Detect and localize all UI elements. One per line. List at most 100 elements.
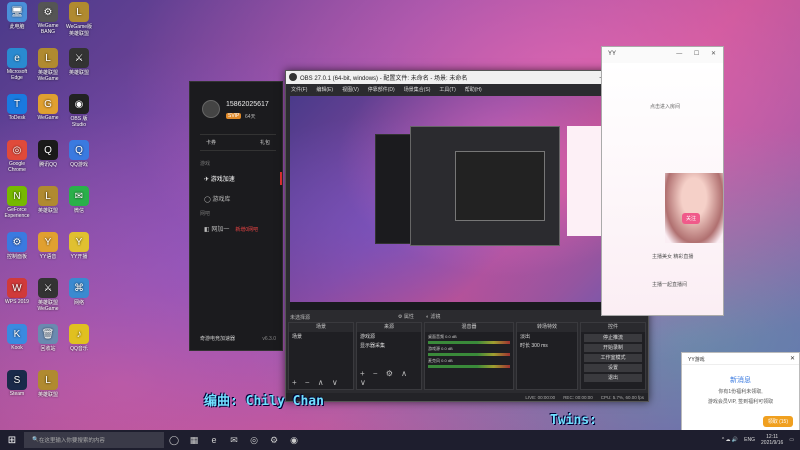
desktop-icon[interactable]: W WPS 2019: [2, 278, 32, 305]
chat-line: 主播美女 精彩直播: [652, 254, 694, 260]
obs-menu-item[interactable]: 场景集合(S): [404, 86, 431, 93]
desktop-icon[interactable]: ⚔ 英雄联盟: [64, 48, 94, 76]
sources-toolbar[interactable]: + − ⚙ ∧ ∨: [360, 369, 421, 387]
desktop-icon[interactable]: N GeForce Experience: [2, 186, 32, 219]
accel-tabs: 卡券 礼包: [200, 134, 276, 151]
exit-button[interactable]: 退出: [584, 374, 642, 382]
desktop-icon-label: 英雄联盟: [37, 392, 58, 398]
source-item[interactable]: 显示器采集: [357, 341, 421, 350]
desktop-icon[interactable]: ◎ Google Chrome: [2, 140, 32, 173]
yy-window: YY — ☐ ✕ 点击进入房间 关注 主播美女 精彩直播 主播一起直播间: [601, 46, 724, 316]
menu-game-accel[interactable]: ✈ 游戏加速: [200, 172, 282, 185]
desktop-icon-label: 此电脑: [9, 24, 25, 30]
obs-menu-item[interactable]: 文件(F): [291, 86, 307, 93]
menu-netbar[interactable]: ◧ 网加一 新增0网吧: [200, 222, 282, 235]
taskbar-app-icon[interactable]: ✉: [224, 435, 244, 446]
notification-title: 新消息: [730, 377, 751, 384]
desktop-icon[interactable]: ⚙ WeGame BANG: [33, 2, 63, 35]
taskbar-app-icon[interactable]: ▦: [184, 435, 204, 446]
avatar[interactable]: [202, 100, 220, 118]
tab-gift[interactable]: 礼包: [260, 139, 270, 146]
desktop-icon[interactable]: Q QQ游戏: [64, 140, 94, 168]
vip-days: 64天: [245, 114, 256, 120]
obs-menu-item[interactable]: 停靠部件(D): [368, 86, 395, 93]
filters-button[interactable]: ◐ 滤镜: [426, 313, 440, 320]
desktop-icon[interactable]: L 英雄联盟: [33, 186, 63, 214]
desktop-icon[interactable]: e Microsoft Edge: [2, 48, 32, 81]
volume-meter[interactable]: [428, 365, 510, 368]
properties-button[interactable]: ⚙ 属性: [398, 313, 414, 320]
desktop-icon[interactable]: ◉ OBS 版 Studio: [64, 94, 94, 128]
mixer-channel[interactable]: 麦克风 0.0 dB: [428, 358, 510, 368]
desktop-icon-label: Google Chrome: [8, 161, 26, 173]
controls-header: 控件: [581, 323, 645, 332]
yy-room-link[interactable]: 点击进入房间: [650, 103, 724, 113]
mixer-channel[interactable]: 桌面音频 0.0 dB: [428, 334, 510, 344]
channel-level: 0.0 dB: [441, 346, 453, 351]
desktop-icon[interactable]: T ToDesk: [2, 94, 32, 121]
studio-mode-button[interactable]: 工作室模式: [584, 354, 642, 362]
desktop-icon-label: WeGame版 英雄联盟: [65, 24, 93, 37]
desktop-icon[interactable]: K Kook: [2, 324, 32, 351]
follow-button[interactable]: 关注: [682, 213, 701, 224]
close-icon[interactable]: ✕: [790, 355, 795, 362]
accelerator-window: 15862025617 SVIP 64天 卡券 礼包 游戏 ✈ 游戏加速 ◯ 游…: [189, 81, 283, 351]
stop-streaming-button[interactable]: 停止推流: [584, 334, 642, 342]
start-recording-button[interactable]: 开始录制: [584, 344, 642, 352]
volume-meter[interactable]: [428, 341, 510, 344]
desktop-icon[interactable]: S Steam: [2, 370, 32, 397]
claim-button[interactable]: 领取 (15): [762, 416, 793, 427]
desktop-icon[interactable]: Y YY语音: [33, 232, 63, 260]
streamer-thumbnail[interactable]: [665, 173, 723, 243]
app-icon: ◉: [69, 94, 89, 114]
taskbar-search[interactable]: 🔍 在这里输入你要搜索的内容: [24, 432, 164, 448]
desktop-icon[interactable]: 🖥 此电脑: [2, 2, 32, 30]
clock[interactable]: 12:11 2021/9/16: [761, 434, 783, 446]
desktop-icon[interactable]: G WeGame: [33, 94, 63, 121]
transition-select[interactable]: 淡出: [517, 332, 577, 341]
mixer-channel[interactable]: 游戏源 0.0 dB: [428, 346, 510, 356]
desktop-icon[interactable]: Q 腾讯QQ: [33, 140, 63, 168]
desktop-icon[interactable]: L 英雄联盟: [33, 370, 63, 398]
start-button[interactable]: ⊞: [0, 435, 24, 446]
desktop-icon[interactable]: ♪ QQ音乐: [64, 324, 94, 352]
tray-icons[interactable]: ^ ☁ 🔊: [722, 437, 738, 443]
duration-field[interactable]: 时长 300 ms: [517, 341, 577, 350]
obs-menu-item[interactable]: 帮助(H): [465, 86, 482, 93]
volume-meter[interactable]: [428, 353, 510, 356]
obs-preview[interactable]: [290, 96, 646, 310]
yy-window-buttons[interactable]: — ☐ ✕: [676, 50, 721, 57]
notification-line: 游戏会员VIP, 签到福利可领取: [707, 399, 774, 405]
obs-menu-item[interactable]: 视图(V): [342, 86, 359, 93]
taskbar-app-icon[interactable]: ◉: [284, 435, 304, 446]
taskbar-app-icon[interactable]: ⚙: [264, 435, 284, 446]
scenes-toolbar[interactable]: + − ∧ ∨: [292, 378, 341, 387]
desktop-icon[interactable]: L 英雄联盟 WeGame: [33, 48, 63, 82]
app-icon: ⌘: [69, 278, 89, 298]
desktop-icon[interactable]: ⌘ 网络: [64, 278, 94, 306]
taskbar-app-icon[interactable]: ◯: [164, 435, 184, 446]
yy-titlebar[interactable]: YY — ☐ ✕: [602, 47, 723, 63]
scene-item[interactable]: 场景: [289, 332, 353, 341]
taskbar-app-icon[interactable]: e: [204, 435, 224, 446]
taskbar-app-icon[interactable]: ◎: [244, 435, 264, 446]
obs-titlebar[interactable]: OBS 27.0.1 (64-bit, windows) - 配置文件: 未命名…: [286, 71, 648, 84]
tab-card[interactable]: 卡券: [206, 139, 216, 146]
menu-game-library[interactable]: ◯ 游戏库: [200, 192, 282, 205]
desktop-icon[interactable]: L WeGame版 英雄联盟: [64, 2, 94, 37]
settings-button[interactable]: 设置: [584, 364, 642, 372]
notification-center-icon[interactable]: ▭: [789, 437, 794, 443]
duration-value: 300 ms: [531, 343, 548, 349]
obs-menu-item[interactable]: 编辑(E): [316, 86, 333, 93]
desktop-icon[interactable]: 🗑 回收站: [33, 324, 63, 352]
desktop-icon[interactable]: Y YY开播: [64, 232, 94, 260]
desktop-icon-label: WeGame BANG: [37, 23, 59, 35]
composer-caption: 编曲: Chily Chan: [204, 394, 324, 409]
desktop-icon[interactable]: ✉ 微信: [64, 186, 94, 214]
source-item[interactable]: 游戏源: [357, 332, 421, 341]
language-indicator[interactable]: ENG: [744, 437, 755, 443]
desktop-icon[interactable]: ⚙ 控制面板: [2, 232, 32, 260]
desktop-icon-label: OBS 版 Studio: [70, 116, 88, 128]
desktop-icon[interactable]: ⚔ 英雄联盟 WeGame: [33, 278, 63, 312]
obs-menu-item[interactable]: 工具(T): [439, 86, 455, 93]
